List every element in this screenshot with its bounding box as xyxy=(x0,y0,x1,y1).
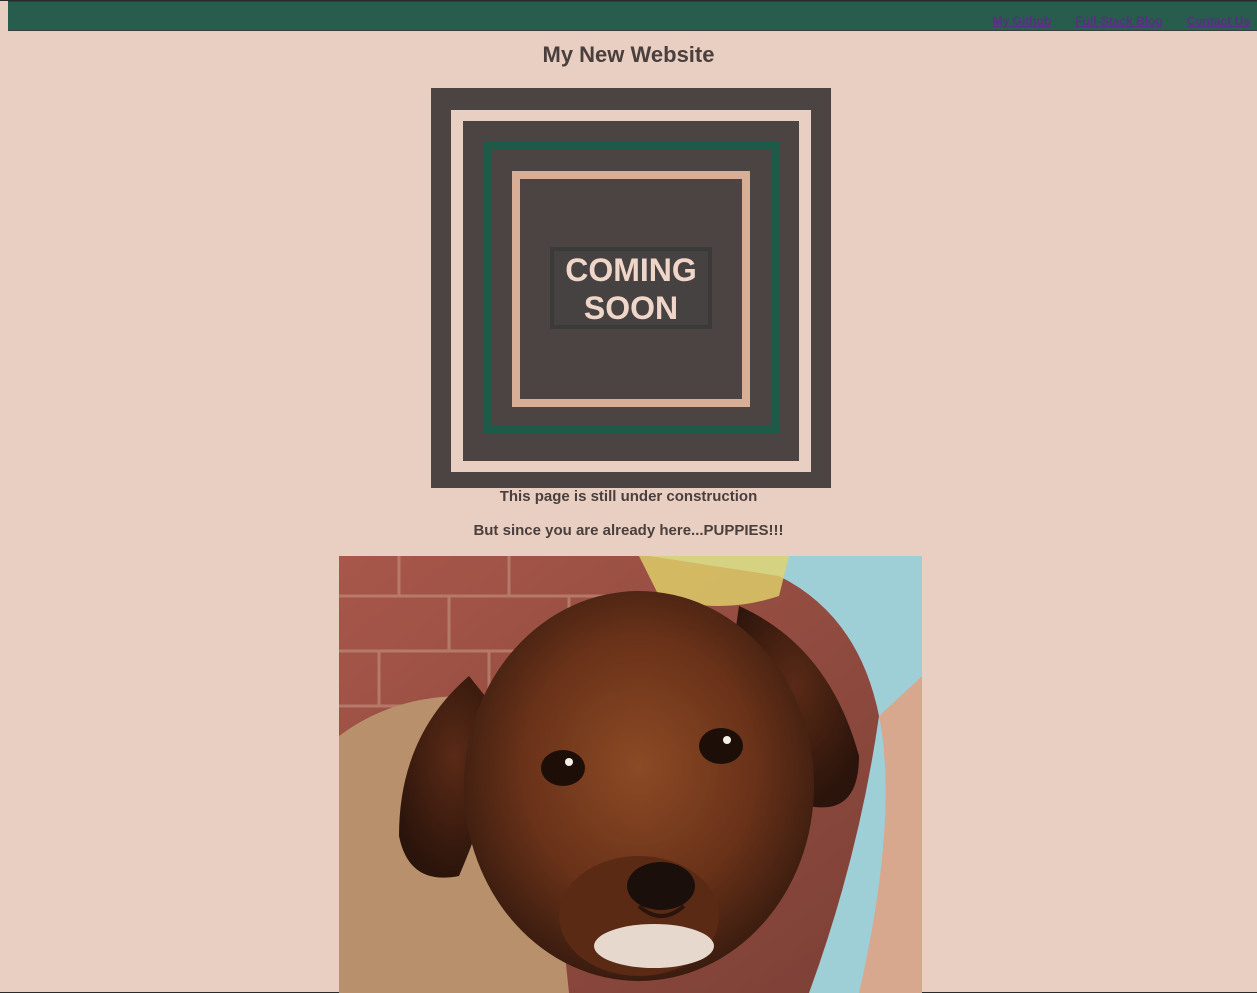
coming-soon-line1: COMING xyxy=(565,252,697,288)
nav-link-contact[interactable]: Contact Us xyxy=(1187,14,1250,28)
puppy-image xyxy=(339,556,922,993)
top-navbar: My Github Full-Stack Blog Contact Us xyxy=(8,1,1257,31)
page-title: My New Website xyxy=(542,42,715,67)
coming-soon-line2: SOON xyxy=(584,290,678,326)
construction-text: This page is still under construction xyxy=(499,488,758,505)
nav-link-blog[interactable]: Full-Stack Blog xyxy=(1075,14,1162,28)
nav-link-github[interactable]: My Github xyxy=(993,14,1052,28)
puppy-photo xyxy=(339,556,922,993)
puppies-text: But since you are already here...PUPPIES… xyxy=(473,522,784,539)
coming-soon-graphic: COMING SOON xyxy=(431,88,831,488)
coming-soon-image: COMING SOON xyxy=(431,88,831,488)
nav-links: My Github Full-Stack Blog Contact Us xyxy=(993,14,1250,28)
